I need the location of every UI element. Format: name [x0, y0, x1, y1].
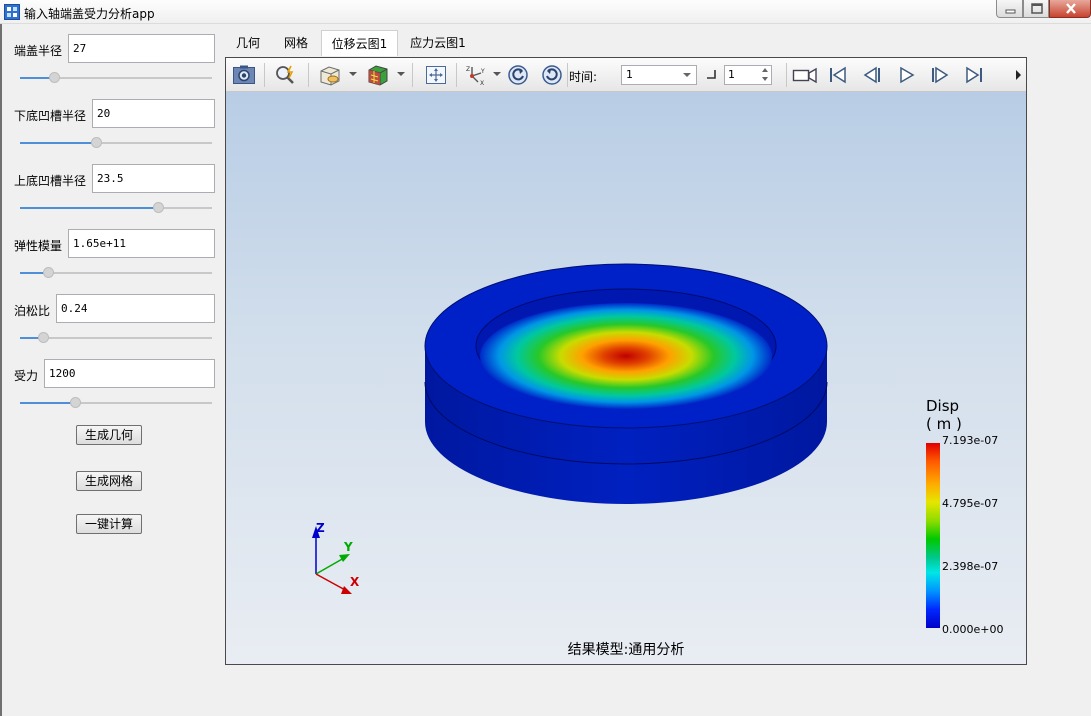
slider-handle[interactable] [38, 332, 49, 343]
record-icon[interactable] [792, 64, 818, 86]
result-viewer: Z Y X 时间: 1 1 Z Y X Disp (m) 7.193e-07… [225, 57, 1027, 665]
param-label-bottom-groove-radius: 下底凹槽半径 [14, 109, 87, 123]
triad-z-label: Z [316, 521, 325, 535]
slider-handle[interactable] [70, 397, 81, 408]
time-label: 时间: [569, 70, 598, 84]
viewer-toolbar: Z Y X 时间: 1 1 [226, 58, 1026, 92]
step-forward-icon[interactable] [928, 64, 952, 86]
render-mode-icon[interactable] [366, 64, 390, 86]
minimize-button[interactable] [996, 0, 1023, 18]
rotate-left-icon[interactable] [506, 64, 530, 86]
slider-handle[interactable] [43, 267, 54, 278]
legend-tick-label: 2.398e-07 [942, 560, 999, 573]
legend-min-label: 0.000e+00 [942, 623, 1004, 636]
displacement-contour [480, 303, 772, 409]
step-marker-icon [707, 70, 716, 79]
step-value: 1 [728, 68, 735, 81]
bottom-groove-radius-input[interactable]: 20 [92, 99, 215, 128]
time-step-spinbox[interactable]: 1 [724, 65, 772, 85]
rotate-right-icon[interactable] [540, 64, 564, 86]
parameter-panel: 端盖半径 27 下底凹槽半径 20 上底凹槽半径 23.5 弹性模量 1.65e… [0, 24, 220, 716]
top-groove-radius-slider[interactable] [20, 202, 212, 214]
chevron-down-icon [683, 73, 691, 77]
axes-orientation-icon[interactable]: Z Y X [464, 64, 488, 86]
fit-view-icon[interactable] [424, 64, 448, 86]
tab-geometry[interactable]: 几何 [228, 30, 268, 56]
3d-scene[interactable]: Z Y X Disp ( m ) 7.193e-07 4.795e-07 2.3… [226, 92, 1026, 664]
tab-stress-contour[interactable]: 应力云图1 [404, 30, 472, 56]
tab-displacement-contour[interactable]: 位移云图1 [321, 30, 398, 56]
title-bar: 输入轴端盖受力分析app [0, 0, 1091, 24]
close-button[interactable] [1049, 0, 1091, 18]
top-groove-radius-input[interactable]: 23.5 [92, 164, 215, 193]
svg-text:Z: Z [466, 66, 470, 73]
triad-y-label: Y [344, 540, 353, 554]
param-label-cap-radius: 端盖半径 [14, 44, 63, 58]
cap-radius-slider[interactable] [20, 72, 212, 84]
slider-handle[interactable] [153, 202, 164, 213]
legend-title: Disp [926, 397, 960, 415]
step-back-icon[interactable] [860, 64, 884, 86]
legend-tick-label: 4.795e-07 [942, 497, 999, 510]
legend-max-label: 7.193e-07 [942, 434, 999, 447]
param-label-poisson-ratio: 泊松比 [14, 304, 51, 318]
slider-handle[interactable] [49, 72, 60, 83]
elastic-modulus-slider[interactable] [20, 267, 212, 279]
legend-unit: ( m ) [926, 415, 962, 433]
svg-text:Y: Y [480, 68, 485, 75]
result-model-label: 结果模型:通用分析 [567, 642, 685, 658]
param-label-elastic-modulus: 弹性模量 [14, 239, 63, 253]
camera-icon[interactable] [232, 64, 256, 86]
maximize-button[interactable] [1023, 0, 1049, 18]
play-icon[interactable] [894, 64, 918, 86]
close-icon [1066, 3, 1076, 14]
toolbar-overflow-icon[interactable] [1014, 68, 1024, 82]
maximize-icon [1031, 3, 1043, 14]
generate-mesh-button[interactable]: 生成网格 [76, 471, 142, 491]
axis-triad [312, 526, 352, 594]
time-value: 1 [626, 68, 633, 81]
svg-text:X: X [480, 80, 484, 86]
poisson-ratio-slider[interactable] [20, 332, 212, 344]
param-label-force: 受力 [14, 369, 39, 383]
window-title: 输入轴端盖受力分析app [24, 7, 155, 21]
compute-button[interactable]: 一键计算 [76, 514, 142, 534]
param-label-top-groove-radius: 上底凹槽半径 [14, 174, 87, 188]
force-slider[interactable] [20, 397, 212, 409]
time-select[interactable]: 1 [621, 65, 697, 85]
spin-down-icon[interactable] [762, 77, 768, 81]
minimize-icon [1005, 9, 1016, 14]
cap-radius-input[interactable]: 27 [68, 34, 215, 63]
force-input[interactable]: 1200 [44, 359, 215, 388]
last-frame-icon[interactable] [962, 64, 986, 86]
bottom-groove-radius-slider[interactable] [20, 137, 212, 149]
first-frame-icon[interactable] [826, 64, 850, 86]
poisson-ratio-input[interactable]: 0.24 [56, 294, 215, 323]
generate-geometry-button[interactable]: 生成几何 [76, 425, 142, 445]
end-cap-model [312, 263, 828, 594]
triad-x-label: X [350, 575, 360, 589]
slider-handle[interactable] [91, 137, 102, 148]
zoom-icon[interactable] [274, 64, 298, 86]
spin-up-icon[interactable] [762, 68, 768, 72]
tab-mesh[interactable]: 网格 [276, 30, 316, 56]
app-window-icon [4, 4, 20, 20]
elastic-modulus-input[interactable]: 1.65e+11 [68, 229, 215, 258]
cube-view-icon[interactable] [318, 64, 342, 86]
legend-colorbar [926, 443, 940, 628]
